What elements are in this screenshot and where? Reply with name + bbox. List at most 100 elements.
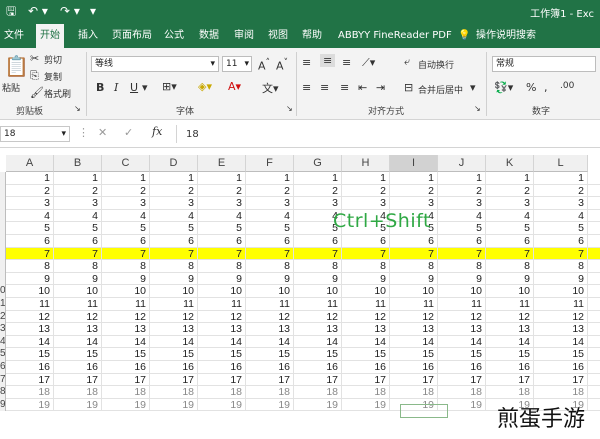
cell-b[interactable]: 7: [54, 247, 102, 261]
cancel-icon[interactable]: ✕: [98, 126, 107, 139]
cell-l[interactable]: 18: [534, 386, 588, 399]
cell-i[interactable]: 6: [390, 235, 438, 248]
cell-l[interactable]: 7: [534, 247, 588, 261]
cell-d[interactable]: 5: [150, 222, 198, 235]
cell-c[interactable]: 8: [102, 260, 150, 273]
cell-d[interactable]: 11: [150, 298, 198, 311]
decrease-font-icon[interactable]: A˅: [276, 57, 288, 73]
italic-icon[interactable]: I: [114, 81, 118, 94]
table-row[interactable]: 555555555555: [6, 222, 600, 235]
cell-f[interactable]: 4: [246, 209, 294, 223]
cell-f[interactable]: 7: [246, 247, 294, 261]
enter-icon[interactable]: ✓: [124, 126, 133, 139]
cell-f[interactable]: 13: [246, 323, 294, 336]
cell-h[interactable]: 14: [342, 335, 390, 349]
cell-b[interactable]: 11: [54, 298, 102, 311]
cell-h[interactable]: 12: [342, 310, 390, 324]
currency-icon[interactable]: 💱▾: [494, 81, 513, 94]
cell-l[interactable]: 16: [534, 361, 588, 374]
cell-j[interactable]: 1: [438, 172, 486, 185]
row-header[interactable]: [0, 247, 6, 261]
cell-a[interactable]: 19: [6, 398, 54, 412]
font-color-icon[interactable]: A▾: [228, 80, 241, 93]
table-row[interactable]: 15 15 15 15 15 15 15 15 15 15 15 15: [6, 348, 600, 361]
increase-font-icon[interactable]: A˄: [258, 57, 270, 73]
cell-d[interactable]: 9: [150, 272, 198, 286]
cell-d[interactable]: 19: [150, 398, 198, 412]
cell-c[interactable]: 7: [102, 247, 150, 261]
align-left-icon[interactable]: ≡: [302, 81, 311, 94]
cell-i[interactable]: 2: [390, 184, 438, 198]
cell-f[interactable]: 3: [246, 197, 294, 210]
formula-input[interactable]: 18: [186, 129, 199, 140]
cell-h[interactable]: 19: [342, 398, 390, 412]
row-header[interactable]: [0, 235, 6, 248]
cell-h[interactable]: 7: [342, 247, 390, 261]
cell-e[interactable]: 18: [198, 386, 246, 399]
cell-h[interactable]: 17: [342, 373, 390, 387]
cell-h[interactable]: 13: [342, 323, 390, 336]
cell-i[interactable]: 1: [390, 172, 438, 185]
row-header[interactable]: 1: [0, 298, 6, 311]
cell-e[interactable]: 1: [198, 172, 246, 185]
cell-b[interactable]: 5: [54, 222, 102, 235]
cell-a[interactable]: 18: [6, 386, 54, 399]
cell-b[interactable]: 12: [54, 310, 102, 324]
tab-file[interactable]: 文件: [0, 24, 28, 48]
cell-h[interactable]: 2: [342, 184, 390, 198]
cell-a[interactable]: 15: [6, 348, 54, 361]
cell-j[interactable]: 7: [438, 247, 486, 261]
tab-page-layout[interactable]: 页面布局: [108, 24, 156, 48]
column-header-f[interactable]: F: [246, 155, 294, 172]
cell-c[interactable]: 15: [102, 348, 150, 361]
cell-f[interactable]: 16: [246, 361, 294, 374]
cell-j[interactable]: 8: [438, 260, 486, 273]
cell-a[interactable]: 8: [6, 260, 54, 273]
cell-i[interactable]: 15: [390, 348, 438, 361]
cell-e[interactable]: 4: [198, 209, 246, 223]
cell-f[interactable]: 1: [246, 172, 294, 185]
row-header[interactable]: 7: [0, 373, 6, 387]
cut-button[interactable]: 剪切: [44, 53, 62, 66]
cell-k[interactable]: 6: [486, 235, 534, 248]
cell-b[interactable]: 17: [54, 373, 102, 387]
column-header-c[interactable]: C: [102, 155, 150, 172]
cell-i[interactable]: 8: [390, 260, 438, 273]
cell-h[interactable]: 15: [342, 348, 390, 361]
cell-i[interactable]: 18: [390, 386, 438, 399]
cell-b[interactable]: 13: [54, 323, 102, 336]
dialog-launcher-icon[interactable]: ↘: [74, 104, 81, 113]
cell-g[interactable]: 3: [294, 197, 342, 210]
underline-icon[interactable]: U: [130, 81, 138, 94]
column-header-a[interactable]: A: [6, 155, 54, 172]
cell-j[interactable]: 12: [438, 310, 486, 324]
cell-l[interactable]: 3: [534, 197, 588, 210]
table-row[interactable]: 111111111111: [6, 172, 600, 185]
cell-e[interactable]: 9: [198, 272, 246, 286]
cell-k[interactable]: 12: [486, 310, 534, 324]
decimal-icon[interactable]: .00: [560, 81, 574, 91]
cell-j[interactable]: 13: [438, 323, 486, 336]
cell-i[interactable]: 14: [390, 335, 438, 349]
cell-i[interactable]: 12: [390, 310, 438, 324]
cell-h[interactable]: 8: [342, 260, 390, 273]
cell-f[interactable]: 6: [246, 235, 294, 248]
cell-f[interactable]: 11: [246, 298, 294, 311]
cell-k[interactable]: 8: [486, 260, 534, 273]
cell-c[interactable]: 19: [102, 398, 150, 412]
align-center-icon[interactable]: ≡: [320, 81, 329, 94]
cell-b[interactable]: 14: [54, 335, 102, 349]
cell-c[interactable]: 17: [102, 373, 150, 387]
cell-d[interactable]: 13: [150, 323, 198, 336]
cell-g[interactable]: 9: [294, 272, 342, 286]
table-row[interactable]: 777777777777: [6, 247, 600, 261]
cell-l[interactable]: 4: [534, 209, 588, 223]
cell-a[interactable]: 11: [6, 298, 54, 311]
cell-e[interactable]: 10: [198, 285, 246, 298]
tab-insert[interactable]: 插入: [74, 24, 102, 48]
paste-icon[interactable]: 📋: [4, 54, 29, 78]
tab-data[interactable]: 数据: [195, 24, 223, 48]
cell-k[interactable]: 1: [486, 172, 534, 185]
active-cell[interactable]: [400, 404, 448, 418]
cell-f[interactable]: 17: [246, 373, 294, 387]
